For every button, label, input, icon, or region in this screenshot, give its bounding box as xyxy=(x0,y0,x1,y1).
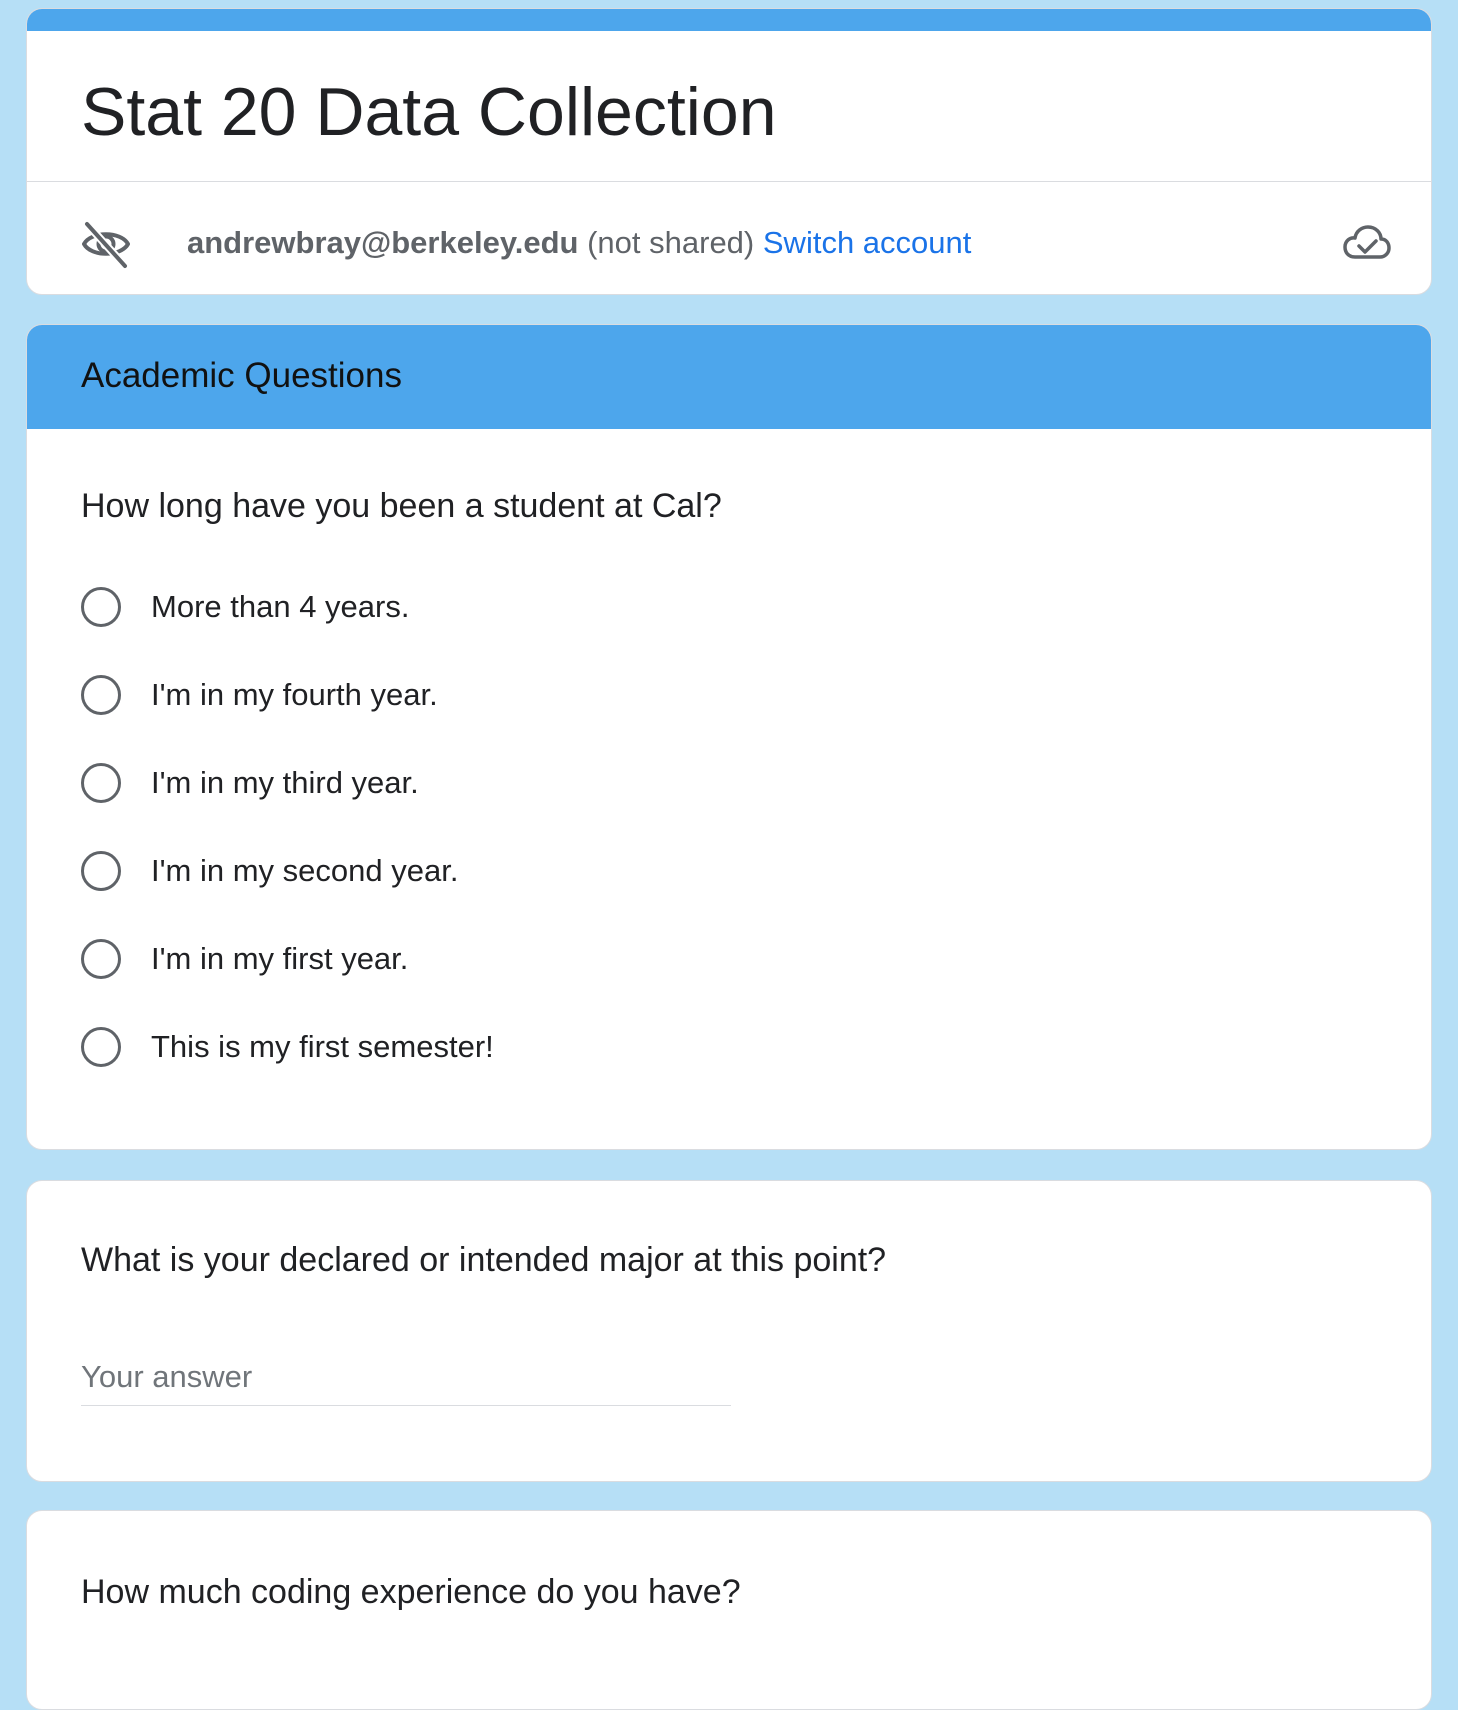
account-row: andrewbray@berkeley.edu (not shared) Swi… xyxy=(81,191,1391,291)
header-divider xyxy=(27,181,1431,182)
form-title: Stat 20 Data Collection xyxy=(81,74,777,150)
account-shared-status: (not shared) xyxy=(587,225,755,260)
switch-account-link[interactable]: Switch account xyxy=(763,225,972,260)
radio-option[interactable]: I'm in my third year. xyxy=(81,763,494,851)
question-card: What is your declared or intended major … xyxy=(26,1180,1432,1482)
section-title: Academic Questions xyxy=(81,356,402,395)
radio-option[interactable]: I'm in my fourth year. xyxy=(81,675,494,763)
question-title: How much coding experience do you have? xyxy=(81,1573,741,1611)
header-accent-stripe xyxy=(27,9,1431,31)
radio-button[interactable] xyxy=(81,675,121,715)
eye-off-icon xyxy=(82,221,130,269)
question-title: What is your declared or intended major … xyxy=(81,1241,887,1279)
radio-option[interactable]: More than 4 years. xyxy=(81,587,494,675)
radio-button[interactable] xyxy=(81,851,121,891)
account-email: andrewbray@berkeley.edu xyxy=(187,225,579,260)
section-card: Academic Questions How long have you bee… xyxy=(26,324,1432,1150)
radio-group: More than 4 years. I'm in my fourth year… xyxy=(81,587,494,1115)
section-header: Academic Questions xyxy=(27,325,1431,429)
radio-option-label: This is my first semester! xyxy=(151,1029,494,1064)
radio-option-label: I'm in my third year. xyxy=(151,765,419,800)
radio-option-label: I'm in my first year. xyxy=(151,941,409,976)
account-info: andrewbray@berkeley.edu (not shared) Swi… xyxy=(187,221,971,265)
form-header-card: Stat 20 Data Collection andrewbray@berke… xyxy=(26,8,1432,295)
radio-option-label: I'm in my second year. xyxy=(151,853,459,888)
radio-option[interactable]: This is my first semester! xyxy=(81,1027,494,1115)
radio-option[interactable]: I'm in my first year. xyxy=(81,939,494,1027)
question-card: How much coding experience do you have? xyxy=(26,1510,1432,1710)
radio-button[interactable] xyxy=(81,1027,121,1067)
question-title: How long have you been a student at Cal? xyxy=(81,487,722,525)
radio-button[interactable] xyxy=(81,763,121,803)
radio-option-label: More than 4 years. xyxy=(151,589,410,624)
radio-option[interactable]: I'm in my second year. xyxy=(81,851,494,939)
short-answer-input[interactable] xyxy=(81,1349,731,1406)
radio-option-label: I'm in my fourth year. xyxy=(151,677,438,712)
radio-button[interactable] xyxy=(81,939,121,979)
cloud-done-icon xyxy=(1343,225,1391,259)
radio-button[interactable] xyxy=(81,587,121,627)
